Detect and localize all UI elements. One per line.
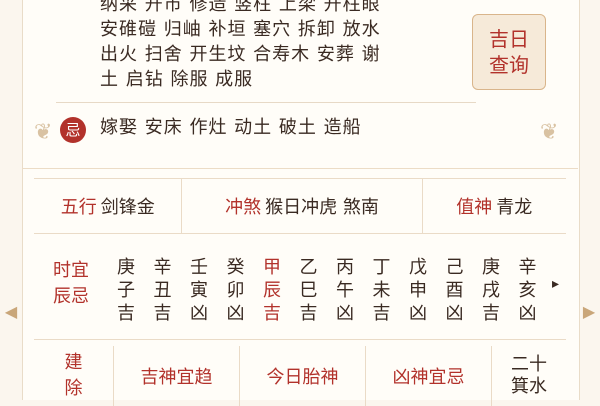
wuxing-cell[interactable]: 五行 剑锋金 [34, 179, 183, 233]
hour-column: 辛丑吉 [151, 256, 175, 325]
hour-bot: 吉 [372, 303, 391, 324]
hour-top: 辛 [518, 257, 537, 278]
hour-bot: 凶 [409, 303, 427, 324]
hour-mid: 亥 [518, 280, 537, 301]
hour-column: 甲辰吉 [260, 256, 284, 325]
hour-bot: 吉 [299, 303, 318, 324]
divider [56, 102, 476, 103]
chongsha-cell[interactable]: 冲煞 猴日冲虎 煞南 [182, 179, 423, 233]
hour-top: 丁 [372, 257, 391, 278]
zhishen-label: 值神 [456, 197, 493, 218]
hour-top: 己 [445, 257, 464, 278]
hour-top: 辛 [153, 257, 172, 278]
wuxing-value: 剑锋金 [100, 197, 155, 218]
hour-top: 丙 [336, 257, 354, 278]
hour-bot: 吉 [482, 303, 500, 324]
bottom-row: 建 除 吉神宜趋 今日胎神 凶神宜忌 二十 箕水 [34, 346, 566, 406]
hour-top: 庚 [482, 257, 500, 278]
hours-row[interactable]: 时宜 辰忌 庚子吉辛丑吉壬寅凶癸卯凶甲辰吉乙巳吉丙午凶丁未吉戊申凶己酉凶庚戌吉辛… [34, 234, 566, 340]
hour-mid: 戌 [482, 280, 500, 301]
button-label-line1: 吉日 [489, 27, 529, 51]
hour-mid: 卯 [226, 280, 245, 301]
yi-line: 出火 扫舍 开生坟 合寿木 安葬 谢 [100, 44, 381, 65]
hour-mid: 酉 [445, 280, 464, 301]
hour-bot: 凶 [518, 303, 537, 324]
prev-day-arrow-icon[interactable]: ◀ [4, 300, 18, 324]
taishen-cell[interactable]: 今日胎神 [240, 346, 366, 406]
jianchu-cell[interactable]: 建 除 [34, 346, 114, 406]
hours-next-icon[interactable]: ▸ [552, 276, 559, 292]
hour-column: 乙巳吉 [297, 256, 321, 325]
hour-mid: 子 [117, 280, 135, 301]
yi-line: 安碓磑 归岫 补垣 塞穴 拆卸 放水 [100, 19, 381, 40]
hour-mid: 辰 [263, 280, 281, 301]
yi-line: 纳采 开市 修造 竖柱 上梁 开柱眼 [100, 0, 381, 15]
hour-column: 己酉凶 [443, 256, 467, 325]
hour-column: 丁未吉 [370, 256, 394, 325]
hour-mid: 未 [372, 280, 391, 301]
hours-label-line2: 辰忌 [53, 286, 89, 307]
hour-mid: 寅 [190, 280, 208, 301]
chongsha-label: 冲煞 [225, 197, 262, 218]
zhishen-value: 青龙 [496, 197, 533, 218]
hours-label: 时宜 辰忌 [48, 258, 94, 310]
hour-top: 壬 [190, 257, 208, 278]
hour-column: 辛亥凶 [516, 256, 540, 325]
xingxiu-line1: 二十 [511, 354, 547, 375]
hour-bot: 凶 [336, 303, 354, 324]
hour-bot: 凶 [445, 303, 464, 324]
hour-column: 戊申凶 [406, 256, 430, 325]
hour-bot: 吉 [263, 303, 281, 324]
hour-mid: 丑 [153, 280, 172, 301]
cloud-ornament-icon: ❦ [34, 120, 53, 145]
ji-badge: 忌 [60, 117, 86, 143]
hour-bot: 吉 [153, 303, 172, 324]
xiongshen-cell[interactable]: 凶神宜忌 [366, 346, 492, 406]
hour-top: 乙 [299, 257, 318, 278]
hour-column: 庚子吉 [114, 256, 138, 325]
hours-label-line1: 时宜 [53, 260, 89, 281]
zhishen-cell[interactable]: 值神 青龙 [423, 179, 566, 233]
button-label-line2: 查询 [489, 53, 529, 77]
wuxing-label: 五行 [60, 197, 97, 218]
hour-mid: 申 [409, 280, 427, 301]
cloud-ornament-icon: ❦ [540, 120, 559, 145]
hour-top: 癸 [226, 257, 245, 278]
jishen-cell[interactable]: 吉神宜趋 [114, 346, 240, 406]
hour-mid: 巳 [299, 280, 318, 301]
yi-line: 土 启钻 除服 成服 [100, 69, 254, 90]
auspicious-day-query-button[interactable]: 吉日 查询 [472, 14, 546, 90]
hour-top: 庚 [117, 257, 135, 278]
hour-bot: 吉 [117, 303, 135, 324]
hour-top: 甲 [263, 257, 281, 278]
xingxiu-line2: 箕水 [511, 376, 547, 397]
hour-column: 壬寅凶 [187, 256, 211, 325]
hour-mid: 午 [336, 280, 354, 301]
hour-column: 丙午凶 [333, 256, 357, 325]
xingxiu-cell[interactable]: 二十 箕水 [492, 346, 566, 406]
hour-bot: 凶 [226, 303, 245, 324]
yi-activities: 纳采 开市 修造 竖柱 上梁 开柱眼 安碓磑 归岫 补垣 塞穴 拆卸 放水 出火… [100, 0, 450, 92]
hour-top: 戊 [409, 257, 427, 278]
next-day-arrow-icon[interactable]: ▶ [582, 300, 596, 324]
hour-column: 庚戌吉 [479, 256, 503, 325]
hour-column: 癸卯凶 [224, 256, 248, 325]
ji-activities: 嫁娶 安床 作灶 动土 破土 造船 [100, 117, 362, 138]
jianchu-line1: 建 [64, 352, 83, 373]
info-row: 五行 剑锋金 冲煞 猴日冲虎 煞南 值神 青龙 [34, 178, 566, 234]
chongsha-value: 猴日冲虎 煞南 [265, 197, 379, 218]
hour-bot: 凶 [190, 303, 208, 324]
divider [22, 168, 578, 169]
jianchu-line2: 除 [64, 378, 83, 399]
